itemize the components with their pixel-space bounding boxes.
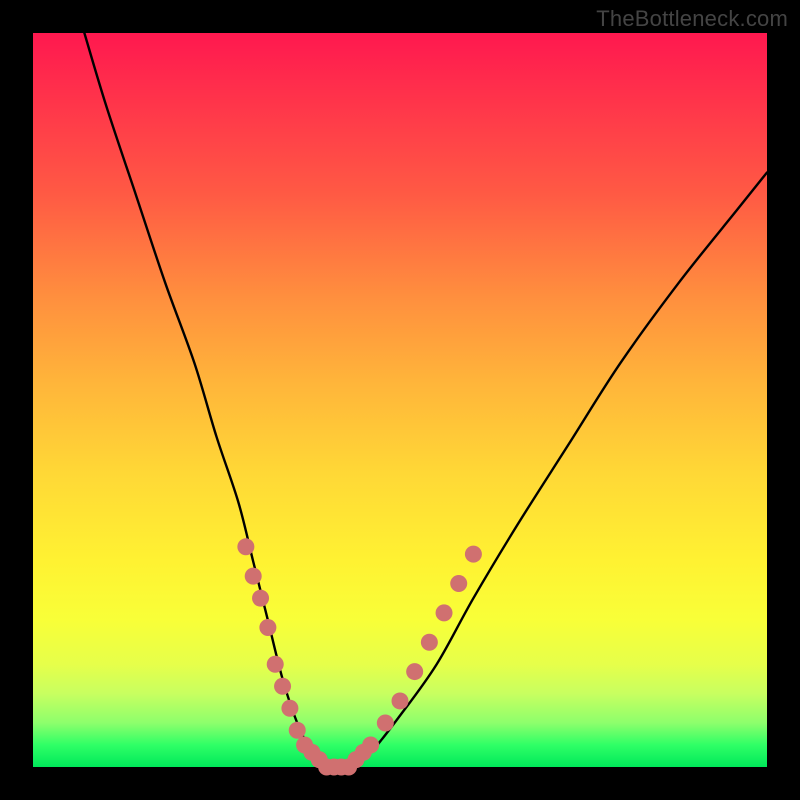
plot-area (33, 33, 767, 767)
curve-marker (289, 722, 306, 739)
curve-marker (237, 538, 254, 555)
curve-marker (259, 619, 276, 636)
bottleneck-curve (84, 33, 767, 769)
curve-marker (377, 714, 394, 731)
curve-marker (465, 546, 482, 563)
curve-marker (362, 736, 379, 753)
curve-marker (281, 700, 298, 717)
curve-marker (450, 575, 467, 592)
curve-marker (406, 663, 423, 680)
curve-marker (245, 568, 262, 585)
curve-marker (436, 604, 453, 621)
curve-marker (392, 692, 409, 709)
curve-layer (33, 33, 767, 767)
curve-markers (237, 538, 482, 775)
curve-marker (274, 678, 291, 695)
curve-marker (252, 590, 269, 607)
curve-marker (267, 656, 284, 673)
curve-marker (421, 634, 438, 651)
chart-frame: TheBottleneck.com (0, 0, 800, 800)
watermark-text: TheBottleneck.com (596, 6, 788, 32)
